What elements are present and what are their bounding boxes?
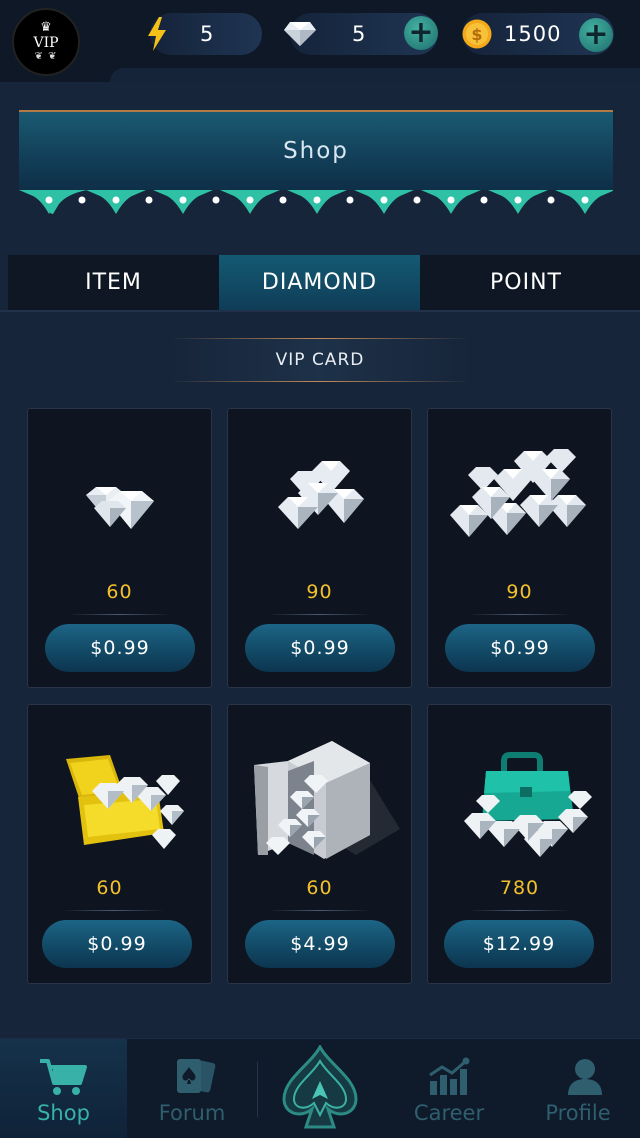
nav-home[interactable] xyxy=(258,1039,382,1138)
section-title: VIP CARD xyxy=(275,350,365,370)
buy-button[interactable]: $12.99 xyxy=(444,920,594,968)
chart-icon xyxy=(429,1057,470,1095)
plus-icon: + xyxy=(583,17,609,52)
lightning-icon xyxy=(148,17,166,51)
product-quantity: 60 xyxy=(106,581,133,603)
tab-diamond-label: DIAMOND xyxy=(261,270,378,295)
card-divider xyxy=(468,614,571,615)
card-divider xyxy=(62,910,165,911)
laurel-icon: ❦ ❦ xyxy=(34,51,58,62)
large-diamond-pile-icon xyxy=(450,449,586,537)
bottom-nav: Shop Forum Career Profile xyxy=(0,1038,640,1138)
add-diamonds-button[interactable]: + xyxy=(404,16,438,50)
coin-value: 1500 xyxy=(504,22,562,46)
user-icon xyxy=(568,1059,602,1095)
card-divider xyxy=(68,614,171,615)
buy-button[interactable]: $0.99 xyxy=(445,624,595,672)
vip-badge-label: VIP xyxy=(33,35,59,51)
card-divider xyxy=(268,614,371,615)
tab-point[interactable]: POINT xyxy=(420,255,632,310)
small-diamonds-icon xyxy=(86,487,154,529)
card-divider xyxy=(268,910,371,911)
add-coins-button[interactable]: + xyxy=(579,18,613,52)
tab-item[interactable]: ITEM xyxy=(8,255,219,310)
tabs-divider xyxy=(0,310,640,312)
category-tabs: ITEM DIAMOND POINT xyxy=(8,255,640,310)
tab-point-label: POINT xyxy=(490,270,562,295)
section-header: VIP CARD xyxy=(170,338,470,382)
product-card[interactable]: 780 $12.99 xyxy=(427,704,612,984)
diamond-pile-icon xyxy=(278,461,364,529)
nav-career[interactable]: Career xyxy=(382,1039,516,1138)
product-card[interactable]: 60 $4.99 xyxy=(227,704,412,984)
nav-profile[interactable]: Profile xyxy=(516,1039,640,1138)
spade-logo-icon xyxy=(282,1045,358,1129)
cart-icon xyxy=(40,1059,87,1095)
diamond-value: 5 xyxy=(352,22,366,46)
nav-forum-label: Forum xyxy=(158,1101,226,1125)
buy-button[interactable]: $4.99 xyxy=(245,920,395,968)
product-card[interactable]: 60 $0.99 xyxy=(27,704,212,984)
product-quantity: 90 xyxy=(506,581,533,603)
product-card[interactable]: 60 $0.99 xyxy=(27,408,212,688)
diamond-icon xyxy=(284,22,316,46)
energy-value: 5 xyxy=(200,22,214,46)
safe-vault-icon xyxy=(254,741,400,859)
buy-button[interactable]: $0.99 xyxy=(245,624,395,672)
tab-diamond[interactable]: DIAMOND xyxy=(219,255,420,310)
nav-shop[interactable]: Shop xyxy=(0,1039,127,1138)
nav-divider xyxy=(257,1062,258,1117)
product-quantity: 780 xyxy=(499,877,540,899)
plus-icon: + xyxy=(408,15,434,50)
product-card[interactable]: 90 $0.99 xyxy=(427,408,612,688)
card-divider xyxy=(468,910,571,911)
product-quantity: 90 xyxy=(306,581,333,603)
nav-forum[interactable]: Forum xyxy=(127,1039,257,1138)
buy-button[interactable]: $0.99 xyxy=(45,624,195,672)
top-bar-edge xyxy=(110,68,640,82)
coin-icon: $ xyxy=(462,19,492,49)
product-quantity: 60 xyxy=(306,877,333,899)
nav-career-label: Career xyxy=(413,1101,485,1125)
product-card[interactable]: 90 $0.99 xyxy=(227,408,412,688)
nav-shop-label: Shop xyxy=(37,1101,90,1125)
tab-item-label: ITEM xyxy=(85,270,142,295)
crown-icon: ♛ xyxy=(40,20,52,35)
cards-icon xyxy=(177,1059,216,1093)
page-title: Shop xyxy=(283,138,349,164)
treasure-chest-icon xyxy=(66,755,184,849)
banner-fringe xyxy=(19,190,613,214)
energy-counter: 5 xyxy=(148,13,262,55)
product-quantity: 60 xyxy=(96,877,123,899)
buy-button[interactable]: $0.99 xyxy=(42,920,192,968)
briefcase-diamonds-icon xyxy=(464,752,592,857)
shop-banner: Shop xyxy=(19,110,613,190)
nav-profile-label: Profile xyxy=(545,1101,611,1125)
vip-badge[interactable]: ♛ VIP ❦ ❦ xyxy=(12,8,80,76)
svg-text:$: $ xyxy=(471,25,482,44)
